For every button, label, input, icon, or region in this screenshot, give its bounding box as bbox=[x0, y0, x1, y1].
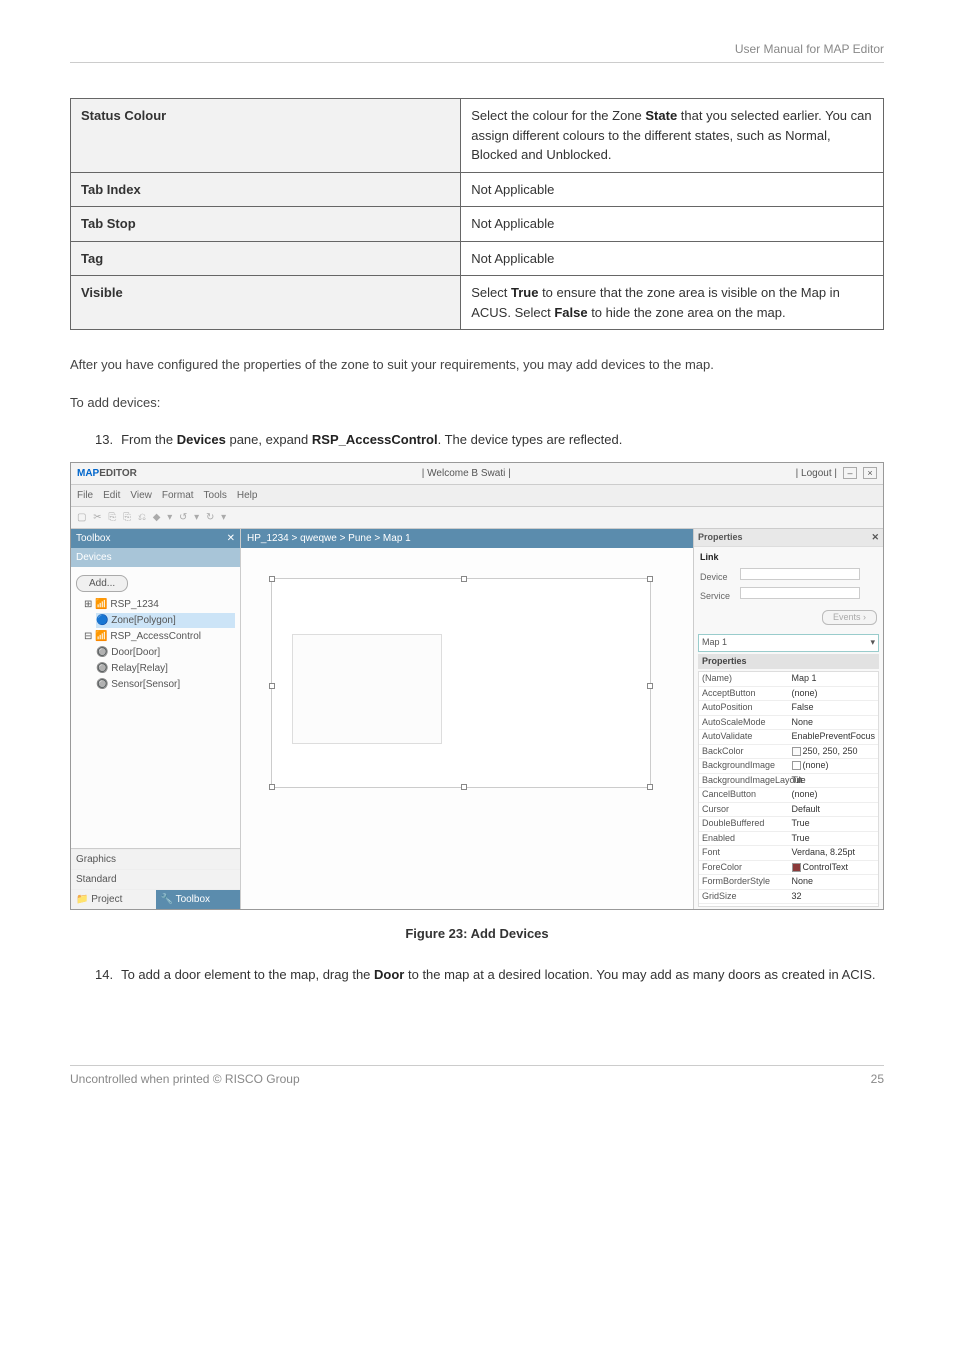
canvas-area: HP_1234 > qweqwe > Pune > Map 1 bbox=[241, 529, 693, 909]
add-button[interactable]: Add... bbox=[76, 575, 128, 592]
tree-item-zone[interactable]: 🔵 Zone[Polygon] bbox=[96, 613, 235, 628]
body-paragraph: To add devices: bbox=[70, 393, 884, 413]
property-row[interactable]: AutoScaleModeNone bbox=[699, 716, 878, 731]
properties-header: Properties✕ bbox=[694, 529, 883, 548]
zone-polygon[interactable] bbox=[292, 634, 442, 744]
footer-left: Uncontrolled when printed © RISCO Group bbox=[70, 1070, 300, 1088]
menu-bar: File Edit View Format Tools Help bbox=[71, 485, 883, 507]
link-label: Link bbox=[700, 552, 719, 562]
left-tab-standard[interactable]: Standard bbox=[71, 869, 240, 889]
property-row[interactable]: FontVerdana, 8.25pt bbox=[699, 846, 878, 861]
row-label: Tag bbox=[71, 241, 461, 276]
property-row[interactable]: AutoPositionFalse bbox=[699, 701, 878, 716]
left-panel: Toolbox✕ Devices Add... ⊞ 📶 RSP_1234 🔵 Z… bbox=[71, 529, 241, 909]
property-row[interactable]: DoubleBufferedTrue bbox=[699, 817, 878, 832]
menu-item[interactable]: Tools bbox=[204, 488, 227, 503]
property-row[interactable]: AcceptButton(none) bbox=[699, 687, 878, 702]
service-input[interactable] bbox=[740, 587, 860, 599]
row-label: Status Colour bbox=[71, 99, 461, 173]
row-label: Tab Index bbox=[71, 172, 461, 207]
properties-panel: Properties✕ Link Device Service Events ›… bbox=[693, 529, 883, 909]
pin-icon[interactable]: ✕ bbox=[871, 531, 879, 545]
tree-item[interactable]: 🔘 Sensor[Sensor] bbox=[96, 677, 235, 692]
figure-caption: Figure 23: Add Devices bbox=[70, 924, 884, 944]
row-label: Visible bbox=[71, 276, 461, 330]
property-row[interactable]: EnabledTrue bbox=[699, 832, 878, 847]
tree-item[interactable]: 🔘 Relay[Relay] bbox=[96, 661, 235, 676]
property-row[interactable]: GridSize32 bbox=[699, 890, 878, 905]
tree-item[interactable]: ⊟ 📶 RSP_AccessControl bbox=[84, 629, 235, 644]
menu-item[interactable]: File bbox=[77, 488, 93, 503]
pin-icon[interactable]: ✕ bbox=[227, 531, 235, 546]
menu-item[interactable]: Format bbox=[162, 488, 194, 503]
row-desc: Select the colour for the Zone State tha… bbox=[461, 99, 884, 173]
bottom-tab-toolbox[interactable]: 🔧 Toolbox bbox=[156, 889, 241, 909]
page-number: 25 bbox=[871, 1070, 884, 1088]
row-desc: Not Applicable bbox=[461, 172, 884, 207]
property-row[interactable]: AutoValidateEnablePreventFocus bbox=[699, 730, 878, 745]
property-row[interactable]: FormBorderStyleNone bbox=[699, 875, 878, 890]
menu-item[interactable]: Help bbox=[237, 488, 258, 503]
window-titlebar: MAPEDITOR | Welcome B Swati | | Logout |… bbox=[71, 463, 883, 485]
logout-link[interactable]: | Logout | bbox=[796, 466, 837, 481]
map-canvas[interactable] bbox=[271, 578, 651, 788]
properties-table: Status Colour Select the colour for the … bbox=[70, 98, 884, 330]
toolbox-header: Toolbox✕ bbox=[71, 529, 240, 548]
menu-item[interactable]: Edit bbox=[103, 488, 120, 503]
tree-item[interactable]: 🔘 Door[Door] bbox=[96, 645, 235, 660]
property-row[interactable]: CancelButton(none) bbox=[699, 788, 878, 803]
property-row[interactable]: BackgroundImage(none) bbox=[699, 759, 878, 774]
device-input[interactable] bbox=[740, 568, 860, 580]
object-selector[interactable]: Map 1▾ bbox=[698, 634, 879, 652]
row-desc: Not Applicable bbox=[461, 241, 884, 276]
body-paragraph: After you have configured the properties… bbox=[70, 355, 884, 375]
screenshot-figure: MAPEDITOR | Welcome B Swati | | Logout |… bbox=[70, 462, 884, 910]
property-row[interactable]: CursorDefault bbox=[699, 803, 878, 818]
step-14: 14. To add a door element to the map, dr… bbox=[95, 965, 884, 985]
property-row[interactable]: BackgroundImageLayoutTile bbox=[699, 774, 878, 789]
step-13: 13. From the Devices pane, expand RSP_Ac… bbox=[95, 430, 884, 450]
property-grid[interactable]: (Name)Map 1AcceptButton(none)AutoPositio… bbox=[698, 671, 879, 907]
bottom-tab-project[interactable]: 📁 Project bbox=[71, 889, 156, 909]
property-row[interactable]: BackColor250, 250, 250 bbox=[699, 745, 878, 760]
devices-header: Devices bbox=[71, 548, 240, 567]
toolbar: ▢ ✂ ⎘ ⎘ ⎌ ◆ ▾ ↺ ▾ ↻ ▾ bbox=[71, 507, 883, 529]
chevron-down-icon: ▾ bbox=[870, 636, 875, 650]
tree-item[interactable]: ⊞ 📶 RSP_1234 bbox=[84, 597, 235, 612]
devices-tree: Add... ⊞ 📶 RSP_1234 🔵 Zone[Polygon] ⊟ 📶 … bbox=[71, 567, 240, 848]
properties-subheader: Properties bbox=[698, 654, 879, 670]
property-row[interactable]: (Name)Map 1 bbox=[699, 672, 878, 687]
welcome-text: | Welcome B Swati | bbox=[422, 466, 511, 481]
property-row[interactable]: ForeColorControlText bbox=[699, 861, 878, 876]
row-label: Tab Stop bbox=[71, 207, 461, 242]
app-logo: MAPEDITOR bbox=[77, 466, 137, 481]
page-footer: Uncontrolled when printed © RISCO Group … bbox=[70, 1065, 884, 1088]
property-row[interactable]: Icon(Icon) bbox=[699, 904, 878, 907]
menu-item[interactable]: View bbox=[130, 488, 152, 503]
page-header: User Manual for MAP Editor bbox=[70, 40, 884, 63]
row-desc: Select True to ensure that the zone area… bbox=[461, 276, 884, 330]
breadcrumb: HP_1234 > qweqwe > Pune > Map 1 bbox=[241, 529, 693, 548]
close-icon[interactable]: × bbox=[863, 467, 877, 479]
events-button[interactable]: Events › bbox=[822, 610, 877, 626]
left-tab-graphics[interactable]: Graphics bbox=[71, 849, 240, 869]
row-desc: Not Applicable bbox=[461, 207, 884, 242]
minimize-icon[interactable]: – bbox=[843, 467, 857, 479]
